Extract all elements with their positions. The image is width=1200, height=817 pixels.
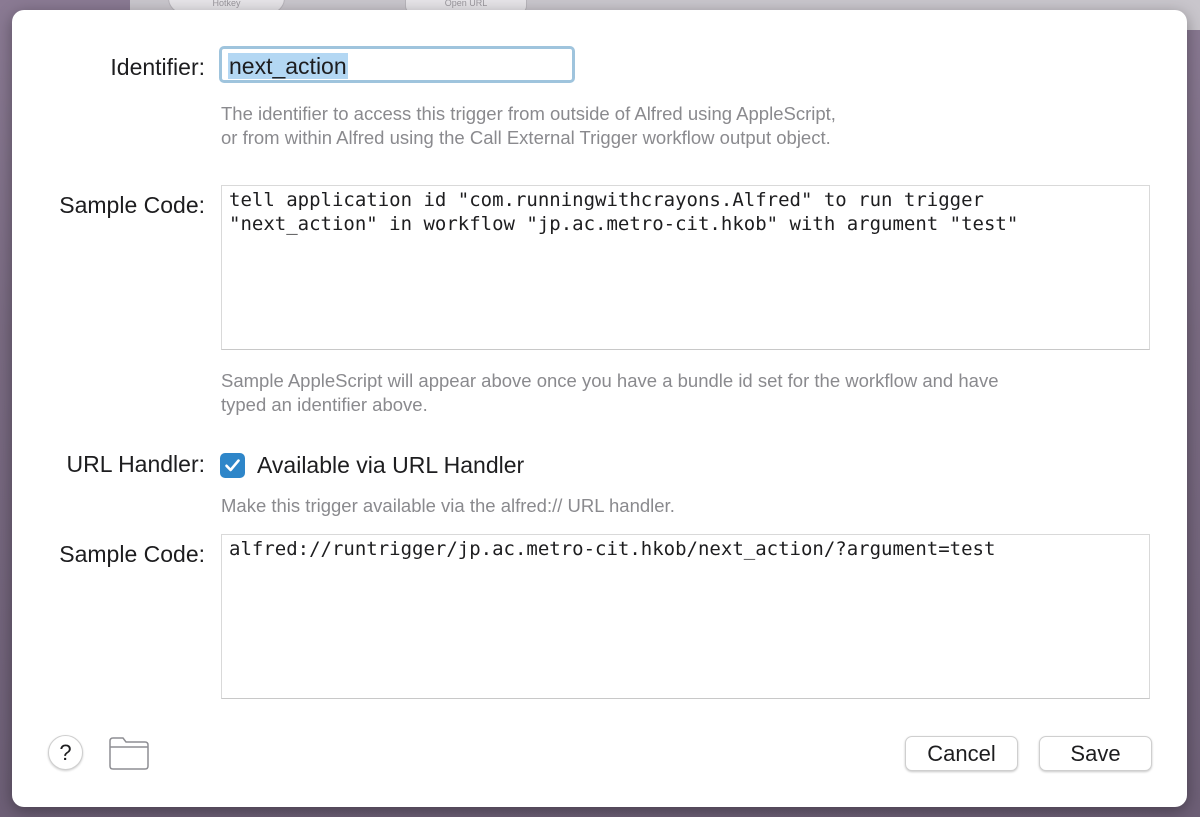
applescript-hint-line-1: Sample AppleScript will appear above onc… bbox=[221, 370, 999, 391]
checkmark-icon bbox=[225, 459, 240, 472]
question-mark-icon: ? bbox=[59, 740, 72, 765]
identifier-label: Identifier: bbox=[110, 54, 205, 80]
url-handler-label: URL Handler: bbox=[66, 451, 205, 477]
applescript-sample-label: Sample Code: bbox=[59, 192, 205, 218]
identifier-hint-line-1: The identifier to access this trigger fr… bbox=[221, 103, 836, 124]
folder-icon[interactable] bbox=[108, 735, 150, 776]
url-sample-code[interactable]: alfred://runtrigger/jp.ac.metro-cit.hkob… bbox=[221, 534, 1150, 699]
help-button[interactable]: ? bbox=[48, 735, 83, 770]
applescript-hint: Sample AppleScript will appear above onc… bbox=[221, 369, 998, 417]
url-handler-checkbox-label[interactable]: Available via URL Handler bbox=[257, 452, 524, 479]
applescript-hint-line-2: typed an identifier above. bbox=[221, 394, 428, 415]
url-handler-checkbox[interactable] bbox=[220, 453, 245, 478]
identifier-hint-line-2: or from within Alfred using the Call Ext… bbox=[221, 127, 831, 148]
identifier-input[interactable]: next_action bbox=[219, 46, 575, 83]
trigger-settings-sheet: Identifier: next_action The identifier t… bbox=[12, 10, 1187, 807]
cancel-button[interactable]: Cancel bbox=[905, 736, 1018, 771]
identifier-hint: The identifier to access this trigger fr… bbox=[221, 102, 836, 150]
url-sample-label: Sample Code: bbox=[59, 541, 205, 567]
applescript-sample-code[interactable]: tell application id "com.runningwithcray… bbox=[221, 185, 1150, 350]
url-handler-hint: Make this trigger available via the alfr… bbox=[221, 495, 675, 516]
identifier-value: next_action bbox=[228, 53, 348, 79]
save-button[interactable]: Save bbox=[1039, 736, 1152, 771]
